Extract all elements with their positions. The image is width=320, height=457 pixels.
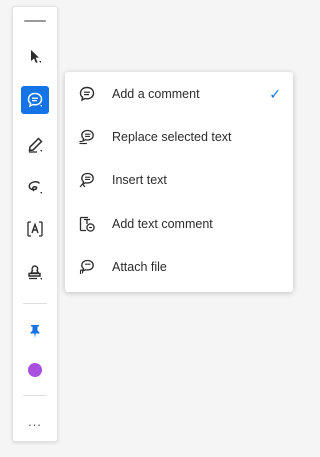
toolbar-separator [23, 395, 47, 396]
replace-text-icon [78, 128, 96, 146]
text-box-tool-button[interactable] [21, 215, 49, 243]
toolbar-separator [23, 303, 47, 304]
toolbar-grip[interactable] [24, 20, 46, 22]
menu-item-insert-text[interactable]: Insert text [65, 159, 293, 201]
annotation-toolbar: ... [12, 6, 58, 442]
lasso-icon [26, 178, 44, 196]
menu-item-attach-file[interactable]: Attach file [65, 246, 293, 288]
draw-tool-button[interactable] [21, 173, 49, 201]
stamp-tool-button[interactable] [21, 259, 49, 287]
menu-item-replace-selected-text[interactable]: Replace selected text [65, 116, 293, 158]
comment-bubble-icon [26, 91, 44, 109]
comment-icon [78, 85, 96, 103]
comment-options-menu: Add a comment ✓ Replace selected text In… [65, 72, 293, 292]
text-comment-icon [78, 215, 96, 233]
menu-item-add-comment[interactable]: Add a comment ✓ [65, 73, 293, 115]
attach-file-icon [78, 258, 96, 276]
menu-item-label: Attach file [112, 260, 167, 274]
menu-item-label: Insert text [112, 173, 167, 187]
add-comment-tool-button[interactable] [21, 86, 49, 114]
text-box-icon [26, 220, 44, 238]
insert-text-icon [78, 171, 96, 189]
more-tools-button[interactable]: ... [21, 415, 49, 433]
color-swatch[interactable] [28, 363, 42, 377]
menu-item-label: Replace selected text [112, 130, 232, 144]
menu-item-label: Add a comment [112, 87, 200, 101]
highlight-tool-button[interactable] [21, 131, 49, 159]
arrow-pointer-icon [26, 48, 44, 66]
pushpin-icon [27, 323, 43, 339]
pin-tool-button[interactable] [21, 317, 49, 345]
pen-icon [26, 136, 44, 154]
menu-item-add-text-comment[interactable]: Add text comment [65, 203, 293, 245]
checkmark-icon: ✓ [269, 85, 281, 102]
select-tool-button[interactable] [21, 43, 49, 71]
menu-item-label: Add text comment [112, 217, 213, 231]
stamp-icon [26, 264, 44, 282]
